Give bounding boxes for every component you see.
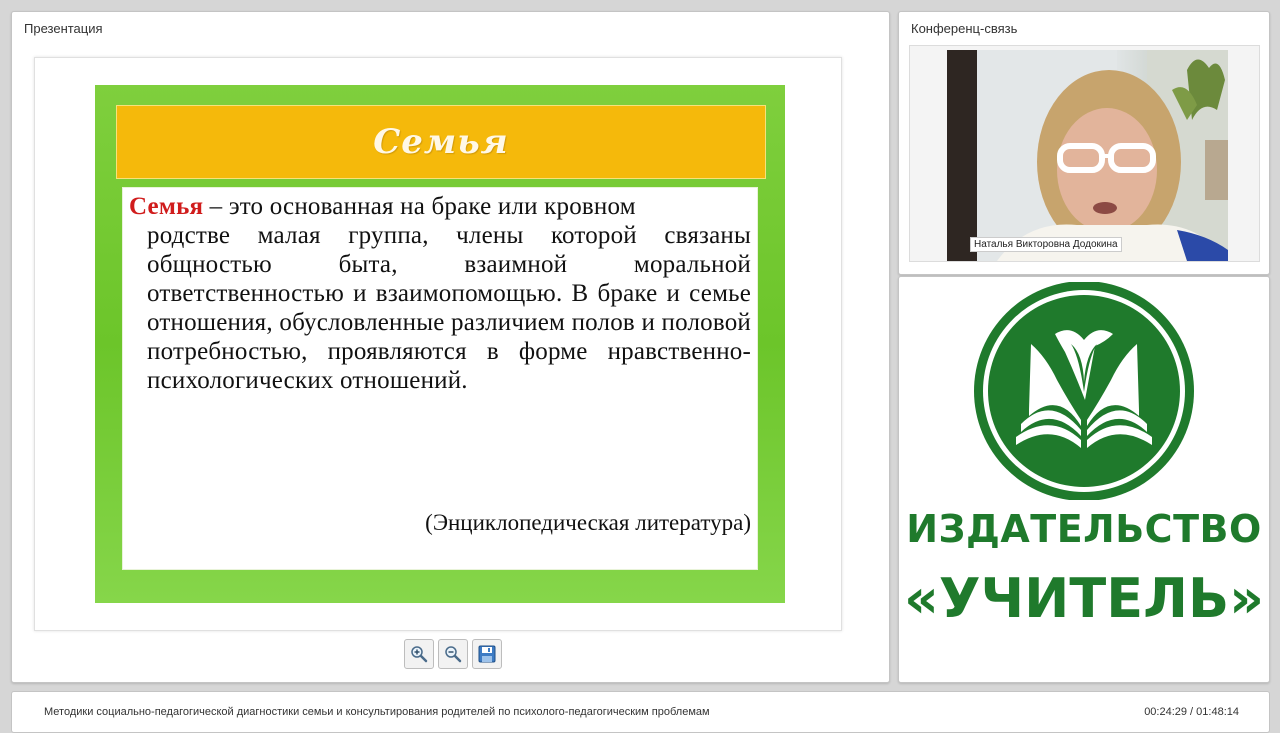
zoom-out-button[interactable] (438, 639, 468, 669)
participant-video-image (947, 50, 1228, 261)
zoom-in-button[interactable] (404, 639, 434, 669)
zoom-out-icon (445, 646, 462, 663)
participant-video (947, 50, 1228, 261)
save-button[interactable] (472, 639, 502, 669)
definition-source: (Энциклопедическая литература) (425, 510, 751, 535)
conference-panel-title: Конференц-связь (911, 21, 1018, 36)
conference-panel: Конференц-связь Наталья Викторовна Додок… (898, 11, 1270, 275)
publisher-name-line1: ИЗДАТЕЛЬСТВО (906, 507, 1262, 551)
slide-viewport[interactable]: Семья Семья – это основанная на браке ил… (34, 57, 842, 631)
playback-timecode: 00:24:29 / 01:48:14 (1144, 706, 1239, 718)
save-icon (478, 645, 496, 663)
presentation-panel: Презентация Семья Семья – это основанная… (11, 11, 890, 683)
slide-header: Семья (116, 105, 766, 179)
definition-first-line: – это основанная на браке или кровном (203, 193, 636, 220)
definition-rest: родстве малая группа, члены которой связ… (147, 222, 751, 394)
definition-term: Семья (129, 193, 204, 220)
slide-body: Семья – это основанная на браке или кров… (122, 187, 758, 570)
participant-name-tag: Наталья Викторовна Додокина (970, 237, 1122, 252)
zoom-in-icon (411, 646, 428, 663)
slide: Семья Семья – это основанная на браке ил… (95, 85, 785, 603)
slide-toolbar (404, 639, 502, 669)
slide-title: Семья (373, 122, 509, 162)
presentation-panel-title: Презентация (24, 21, 103, 36)
publisher-logo-icon (974, 282, 1194, 500)
course-title: Методики социально-педагогической диагно… (44, 706, 710, 718)
definition-text: Семья – это основанная на браке или кров… (129, 192, 751, 395)
publisher-name-line2: «УЧИТЕЛЬ» (904, 567, 1264, 630)
publisher-panel: ИЗДАТЕЛЬСТВО «УЧИТЕЛЬ» (898, 276, 1270, 683)
video-container[interactable]: Наталья Викторовна Додокина (909, 45, 1260, 262)
footer-bar: Методики социально-педагогической диагно… (11, 691, 1270, 733)
